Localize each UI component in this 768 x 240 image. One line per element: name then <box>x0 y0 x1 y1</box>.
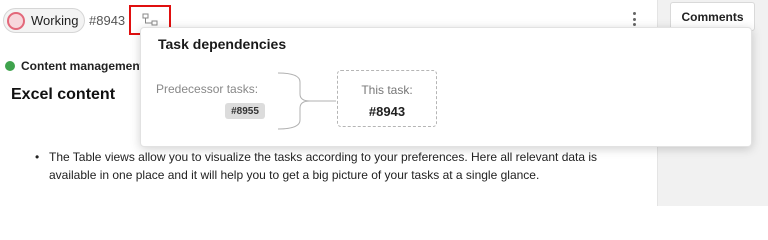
task-dependencies-icon <box>142 13 158 26</box>
predecessor-label: Predecessor tasks: <box>156 82 259 96</box>
status-badge[interactable]: Working <box>3 8 86 33</box>
this-task-box: This task: #8943 <box>337 70 437 127</box>
status-ring-icon <box>7 11 25 30</box>
task-dependencies-popover: Task dependencies Predecessor tasks: #89… <box>140 27 752 147</box>
status-label: Working <box>31 13 79 28</box>
this-task-label: This task: <box>361 83 413 97</box>
predecessor-task-chip[interactable]: #8955 <box>225 103 265 119</box>
project-name: Content management <box>21 59 144 73</box>
description-item: The Table views allow you to visualize t… <box>35 148 620 184</box>
project-color-dot <box>5 61 15 71</box>
popover-title: Task dependencies <box>158 36 287 52</box>
task-description[interactable]: The Table views allow you to visualize t… <box>35 148 620 184</box>
this-task-id: #8943 <box>368 104 406 119</box>
task-id: #8943 <box>89 13 126 28</box>
more-options-icon[interactable] <box>631 12 637 26</box>
dependency-brace-icon <box>277 72 336 130</box>
task-title[interactable]: Excel content <box>11 86 115 104</box>
project-tag[interactable]: Content management <box>5 59 144 73</box>
